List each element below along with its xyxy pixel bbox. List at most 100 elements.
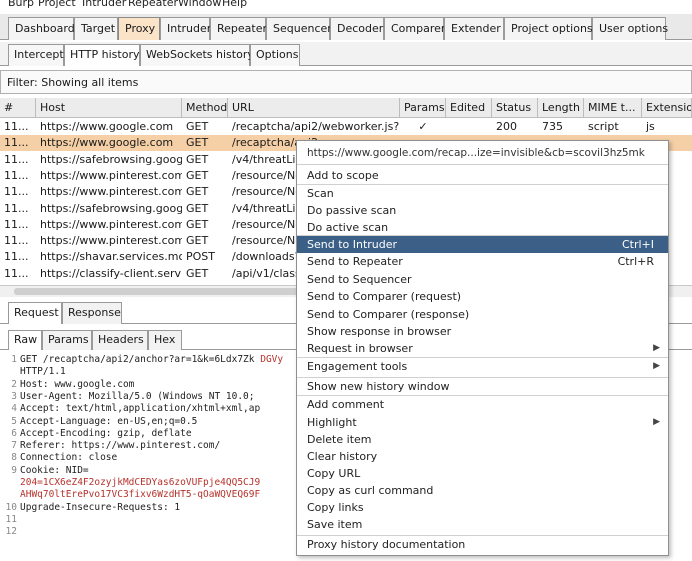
menu-burp[interactable]: Burp xyxy=(8,0,34,9)
menu-item-label: Request in browser xyxy=(307,342,413,355)
cell-host: https://www.google.com xyxy=(40,136,174,150)
line-number: 1 xyxy=(11,354,17,365)
menu-item-do-active-scan[interactable]: Do active scan xyxy=(297,219,668,236)
menu-item-request-in-browser[interactable]: Request in browser ▶ xyxy=(297,340,668,357)
cell-host: https://shavar.services.mo... xyxy=(40,250,182,264)
tab-sequencer[interactable]: Sequencer xyxy=(266,17,332,40)
tab-intercept[interactable]: Intercept xyxy=(8,44,64,66)
cell-host: https://safebrowsing.googl... xyxy=(40,152,182,166)
menu-item-label: Send to Repeater xyxy=(307,255,403,268)
menu-item-send-to-repeater[interactable]: Send to Repeater Ctrl+R xyxy=(297,253,668,270)
menu-item-copy-as-curl-command[interactable]: Copy as curl command xyxy=(297,482,668,499)
cell-num: 11... xyxy=(4,120,29,133)
tab-user-options[interactable]: User options xyxy=(592,17,668,40)
tab-request[interactable]: Request xyxy=(8,302,62,324)
tab-hex[interactable]: Hex xyxy=(148,330,182,350)
line-number: 7 xyxy=(11,440,17,452)
menu-item-show-response-in-browser[interactable]: Show response in browser xyxy=(297,323,668,340)
cell-method: GET xyxy=(186,234,209,248)
menu-item-add-to-scope[interactable]: Add to scope xyxy=(297,167,668,184)
menu-item-clear-history[interactable]: Clear history xyxy=(297,448,668,465)
menu-item-label: Add to scope xyxy=(307,169,379,182)
col-header-params[interactable]: Params xyxy=(400,98,446,118)
menu-item-send-to-comparer-request[interactable]: Send to Comparer (request) xyxy=(297,288,668,305)
tab-params[interactable]: Params xyxy=(42,330,92,350)
menu-item-delete-item[interactable]: Delete item xyxy=(297,431,668,448)
line-number: 6 xyxy=(11,427,17,439)
menu-window[interactable]: Window xyxy=(178,0,221,9)
menu-item-send-to-intruder[interactable]: Send to Intruder Ctrl+I xyxy=(297,236,668,253)
col-header-mime[interactable]: MIME t... xyxy=(584,98,642,118)
menu-help[interactable]: Help xyxy=(222,0,247,9)
tab-extender[interactable]: Extender xyxy=(444,17,504,40)
context-menu-url: https://www.google.com/recap...ize=invis… xyxy=(297,141,668,165)
cell-num: 11... xyxy=(4,234,29,248)
cell-host: https://www.pinterest.com xyxy=(40,234,182,248)
tab-comparer[interactable]: Comparer xyxy=(384,17,445,40)
tab-decoder[interactable]: Decoder xyxy=(330,17,384,40)
tab-headers[interactable]: Headers xyxy=(92,330,148,350)
menu-item-send-to-sequencer[interactable]: Send to Sequencer xyxy=(297,271,668,288)
menu-item-highlight[interactable]: Highlight ▶ xyxy=(297,414,668,431)
col-header-extension[interactable]: Extension xyxy=(642,98,692,118)
cell-method: GET xyxy=(186,168,209,182)
menu-item-label: Scan xyxy=(307,187,334,200)
tab-options[interactable]: Options xyxy=(250,44,300,66)
cell-host: https://safebrowsing.googl... xyxy=(40,201,182,215)
menu-item-add-comment[interactable]: Add comment xyxy=(297,396,668,413)
menu-repeater[interactable]: Repeater xyxy=(128,0,178,9)
context-menu: https://www.google.com/recap...ize=invis… xyxy=(296,140,669,556)
menu-item-send-to-comparer-response[interactable]: Send to Comparer (response) xyxy=(297,306,668,323)
menu-item-copy-url[interactable]: Copy URL xyxy=(297,465,668,482)
tab-dashboard[interactable]: Dashboard xyxy=(8,17,75,40)
cell-num: 11... xyxy=(4,217,29,231)
menu-item-label: Add comment xyxy=(307,398,385,411)
tab-websockets-history[interactable]: WebSockets history xyxy=(140,44,254,66)
col-header-host[interactable]: Host xyxy=(36,98,182,118)
scrollbar-thumb[interactable] xyxy=(14,288,314,295)
menu-item-show-new-history-window[interactable]: Show new history window xyxy=(297,378,668,395)
tab-target[interactable]: Target xyxy=(74,17,118,40)
menu-item-save-item[interactable]: Save item xyxy=(297,516,668,533)
menu-item-do-passive-scan[interactable]: Do passive scan xyxy=(297,202,668,219)
menu-item-scan[interactable]: Scan xyxy=(297,185,668,202)
tab-project-options[interactable]: Project options xyxy=(504,17,593,40)
col-header-url[interactable]: URL xyxy=(228,98,400,118)
cell-method: GET xyxy=(186,185,209,199)
tab-proxy[interactable]: Proxy xyxy=(118,17,160,40)
col-header-num[interactable]: # xyxy=(0,98,36,118)
col-header-status[interactable]: Status xyxy=(492,98,538,118)
menu-item-engagement-tools[interactable]: Engagement tools ▶ xyxy=(297,358,668,375)
table-row[interactable]: 11... https://www.google.com GET/recaptcha… xyxy=(0,119,692,135)
menu-item-proxy-history-documentation[interactable]: Proxy history documentation xyxy=(297,536,668,553)
menu-item-label: Send to Intruder xyxy=(307,238,398,251)
menu-item-label: Copy links xyxy=(307,501,364,514)
request-line: 3 User-Agent: Mozilla/5.0 (Windows NT 10.… xyxy=(0,391,254,403)
menu-item-label: Copy URL xyxy=(307,467,361,480)
col-header-length[interactable]: Length xyxy=(538,98,584,118)
tab-repeater[interactable]: Repeater xyxy=(210,17,267,40)
tab-response[interactable]: Response xyxy=(62,302,122,324)
line-number: 9 xyxy=(11,464,17,476)
col-header-method[interactable]: Method xyxy=(182,98,228,118)
cell-method: GET xyxy=(186,136,209,150)
submenu-arrow-icon: ▶ xyxy=(653,361,660,371)
line-text: Accept: text/html,application/xhtml+xml,… xyxy=(20,403,261,415)
col-header-edited[interactable]: Edited xyxy=(446,98,492,118)
menu-intruder[interactable]: Intruder xyxy=(82,0,126,9)
cell-status: 200 xyxy=(496,120,517,133)
line-number: 2 xyxy=(11,378,17,390)
tab-http-history[interactable]: HTTP history xyxy=(64,44,140,66)
menu-project[interactable]: Project xyxy=(38,0,76,9)
filter-bar[interactable]: Filter: Showing all items xyxy=(0,70,692,94)
cell-host: https://www.pinterest.com xyxy=(40,168,182,182)
cell-num: 11... xyxy=(4,250,29,264)
cell-num: 11... xyxy=(4,136,29,150)
tab-intruder[interactable]: Intruder xyxy=(160,17,211,40)
menu-item-label: Delete item xyxy=(307,433,372,446)
menu-item-label: Highlight xyxy=(307,416,357,429)
tab-raw[interactable]: Raw xyxy=(8,330,42,350)
menu-item-copy-links[interactable]: Copy links xyxy=(297,499,668,516)
line-text: Referer: https://www.pinterest.com/ xyxy=(20,440,221,452)
request-line: 11 xyxy=(0,514,20,526)
